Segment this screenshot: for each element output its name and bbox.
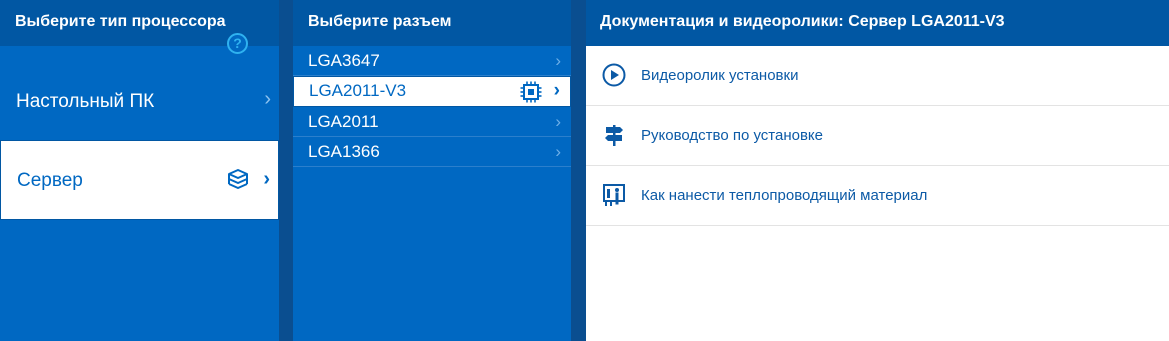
chevron-right-icon: › (555, 112, 561, 131)
documentation-header: Документация и видеоролики: Сервер LGA20… (586, 0, 1169, 46)
socket-title: Выберите разъем (308, 13, 452, 30)
documentation-panel: Документация и видеоролики: Сервер LGA20… (586, 0, 1169, 341)
doc-link-install-guide[interactable]: Руководство по установке (586, 106, 1169, 166)
socket-option-lga2011-v3[interactable]: LGA2011-V3 › (293, 76, 571, 107)
socket-option-label: LGA2011 (308, 112, 379, 131)
doc-link-label: Руководство по установке (641, 127, 823, 144)
socket-option-label: LGA2011-V3 (309, 81, 407, 100)
chevron-right-icon: › (555, 51, 561, 70)
server-stack-icon (228, 169, 248, 189)
socket-option-lga2011[interactable]: LGA2011 › (293, 108, 571, 137)
chevron-right-icon: › (553, 80, 560, 101)
socket-option-label: LGA1366 (308, 142, 380, 161)
documentation-title: Документация и видеоролики: Сервер LGA20… (600, 13, 1005, 30)
processor-option-server[interactable]: Сервер › (0, 140, 279, 220)
socket-panel: Выберите разъем ? LGA3647 › LGA2011-V3 ›… (293, 0, 834, 341)
socket-option-label: LGA3647 (308, 51, 380, 70)
chevron-right-icon: › (264, 88, 271, 110)
socket-option-lga1366[interactable]: LGA1366 › (293, 138, 571, 167)
doc-link-thermal-paste[interactable]: Как нанести теплопроводящий материал (586, 166, 1169, 226)
column-divider (279, 0, 293, 341)
doc-link-label: Видеоролик установки (641, 67, 799, 84)
socket-option-lga3647[interactable]: LGA3647 › (293, 47, 571, 76)
processor-option-label: Сервер (17, 170, 83, 191)
processor-type-title: Выберите тип процессора (15, 13, 226, 30)
play-video-icon (602, 63, 626, 87)
processor-option-label: Настольный ПК (16, 91, 155, 112)
socket-header: Выберите разъем ? (293, 0, 834, 46)
presentation-board-icon (603, 184, 625, 206)
processor-chip-icon (520, 81, 542, 103)
chevron-right-icon: › (263, 168, 270, 190)
doc-link-label: Как нанести теплопроводящий материал (641, 187, 928, 204)
processor-option-desktop[interactable]: Настольный ПК › (0, 66, 279, 139)
processor-type-panel: Выберите тип процессора ? Настольный ПК … (0, 0, 279, 341)
help-icon[interactable]: ? (227, 33, 248, 54)
column-divider (571, 0, 586, 341)
doc-link-install-video[interactable]: Видеоролик установки (586, 46, 1169, 106)
signpost-icon (605, 125, 623, 146)
chevron-right-icon: › (555, 142, 561, 161)
